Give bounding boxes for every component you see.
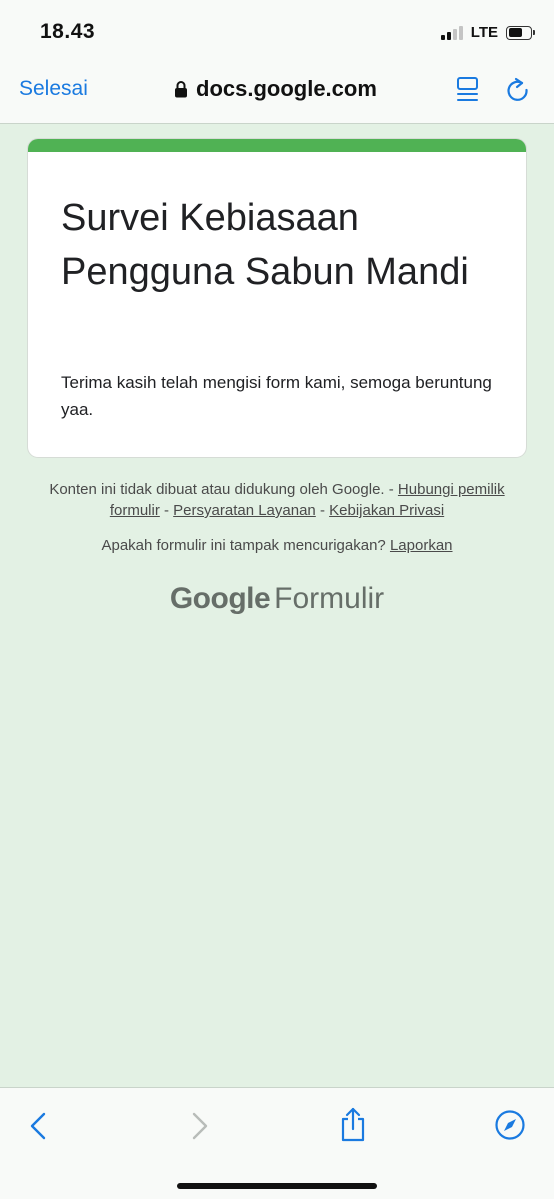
url-text: docs.google.com — [196, 76, 377, 101]
google-forms-logo: Google Formulir — [0, 582, 554, 616]
compass-icon — [495, 1110, 525, 1140]
privacy-link[interactable]: Kebijakan Privasi — [329, 502, 444, 519]
report-link[interactable]: Laporkan — [390, 537, 453, 554]
address-bar[interactable]: docs.google.com — [174, 76, 377, 102]
brand-google: Google — [169, 582, 271, 615]
status-indicators: LTE — [440, 24, 535, 41]
reload-icon — [507, 77, 528, 101]
terms-link[interactable]: Persyaratan Layanan — [173, 502, 316, 519]
safari-button[interactable] — [494, 1109, 525, 1141]
reload-button[interactable] — [505, 77, 531, 105]
forward-button[interactable] — [184, 1110, 214, 1142]
form-description: Terima kasih telah mengisi form kami, se… — [61, 373, 492, 419]
done-button[interactable]: Selesai — [19, 77, 88, 101]
form-card: Survei Kebiasaan Pengguna Sabun Mandi Te… — [28, 139, 526, 457]
browser-bar: Selesai docs.google.com — [0, 60, 554, 124]
footer-disclaimer: Konten ini tidak dibuat atau didukung ol… — [40, 479, 514, 521]
share-button[interactable] — [338, 1106, 368, 1142]
bottom-toolbar — [0, 1087, 554, 1199]
brand-product: Formulir — [274, 582, 385, 615]
status-bar: 18.43 LTE — [0, 0, 554, 60]
form-title: Survei Kebiasaan Pengguna Sabun Mandi — [61, 197, 469, 293]
card-accent-bar — [28, 139, 526, 152]
separator: - — [315, 502, 330, 519]
signal-icon — [440, 25, 463, 40]
disclaimer-text: Konten ini tidak dibuat atau didukung ol… — [49, 481, 398, 498]
footer-report: Apakah formulir ini tampak mencurigakan?… — [40, 535, 514, 556]
network-label: LTE — [470, 24, 498, 41]
reader-icon — [457, 77, 478, 101]
suspicious-text: Apakah formulir ini tampak mencurigakan? — [101, 537, 390, 554]
back-icon — [30, 1112, 46, 1140]
share-icon — [341, 1107, 365, 1142]
lock-icon — [175, 81, 187, 98]
forward-icon — [192, 1112, 208, 1140]
status-time: 18.43 — [40, 20, 96, 43]
reader-button[interactable] — [456, 76, 480, 104]
home-indicator — [177, 1183, 377, 1189]
battery-icon — [506, 25, 535, 40]
back-button[interactable] — [24, 1110, 54, 1142]
separator: - — [159, 502, 174, 519]
